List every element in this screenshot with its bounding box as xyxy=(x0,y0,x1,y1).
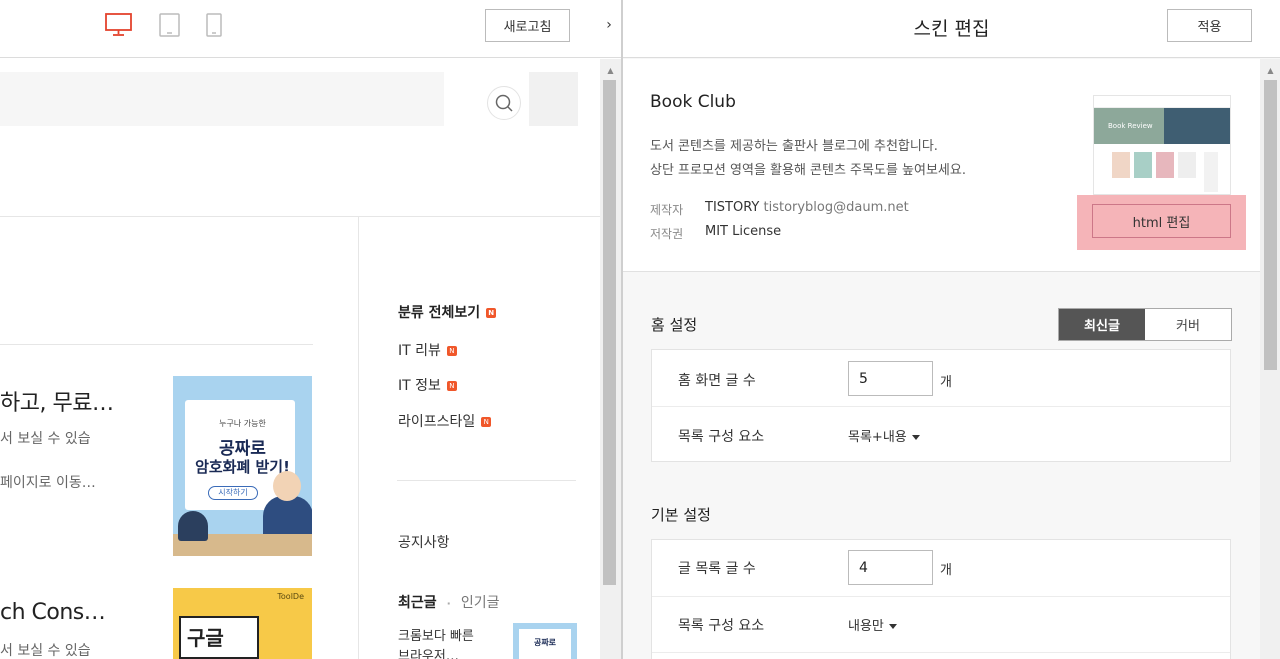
blog-preview: 하고, 무료… 서 보실 수 있습 페이지로 이동… 누구나 가능한 공짜로 암… xyxy=(0,0,600,659)
caret-down-icon xyxy=(888,624,897,629)
search-bar[interactable] xyxy=(0,72,444,126)
skin-edit-panel: 스킨 편집 적용 Book Club 도서 콘텐츠를 제공하는 출판사 블로그에… xyxy=(623,0,1280,659)
row-label: 목록 구성 요소 xyxy=(678,429,765,445)
license-label: 저작권 xyxy=(650,227,684,241)
post-thumbnail[interactable]: 누구나 가능한 공짜로 암호화폐 받기! 시작하기 xyxy=(173,376,312,556)
basic-settings-card: 글 목록 글 수 개 목록 구성 요소 내용만 xyxy=(651,539,1231,659)
category-link[interactable]: 라이프스타일 N xyxy=(398,411,492,431)
skin-description: 도서 콘텐츠를 제공하는 출판사 블로그에 추천합니다. xyxy=(650,139,938,154)
illustration-face xyxy=(273,471,301,501)
list-composition-select[interactable]: 목록+내용 xyxy=(848,426,920,445)
recent-post-title[interactable]: 크롬보다 빠른 xyxy=(398,625,474,644)
category-link[interactable]: IT 정보 N xyxy=(398,375,457,395)
preview-toolbar: 새로고침 › xyxy=(0,0,622,58)
divider xyxy=(652,596,1230,597)
home-post-count-input[interactable] xyxy=(848,361,933,396)
illustration-plant xyxy=(178,511,208,541)
post-excerpt: 서 보실 수 있습 xyxy=(0,643,91,659)
tab-popular[interactable]: 인기글 xyxy=(461,595,500,611)
divider xyxy=(652,406,1230,407)
post-thumbnail[interactable]: ToolDe 구글 xyxy=(173,588,312,659)
search-button[interactable] xyxy=(487,86,521,120)
category-link[interactable]: IT 리뷰 N xyxy=(398,340,457,360)
header-button[interactable] xyxy=(529,72,578,126)
skin-name: Book Club xyxy=(650,92,736,112)
divider xyxy=(358,217,359,659)
skin-description: 상단 프로모션 영역을 활용해 콘텐츠 주목도를 높여보세요. xyxy=(650,163,966,178)
toggle-cover[interactable]: 커버 xyxy=(1145,309,1231,340)
phone-icon[interactable] xyxy=(206,13,222,37)
post-title[interactable]: ch Cons… xyxy=(0,600,106,625)
recent-popular-tabs: 최근글 · 인기글 xyxy=(398,595,500,611)
tab-recent[interactable]: 최근글 xyxy=(398,595,437,611)
scroll-up-arrow[interactable]: ▲ xyxy=(602,62,619,79)
thumb-text: ToolDe xyxy=(277,592,304,601)
thumb-text: 시작하기 xyxy=(208,486,258,500)
basic-settings-title: 기본 설정 xyxy=(651,506,711,524)
select-value: 내용만 xyxy=(848,619,884,634)
category-label: IT 리뷰 xyxy=(398,343,441,359)
list-composition-select[interactable]: 내용만 xyxy=(848,615,897,634)
thumb-text: 공짜로 xyxy=(533,638,557,647)
row-label: 목록 구성 요소 xyxy=(678,618,765,634)
toggle-latest[interactable]: 최신글 xyxy=(1059,309,1145,340)
collapse-panel-button[interactable]: › xyxy=(597,0,621,50)
unit-label: 개 xyxy=(940,563,952,578)
notice-heading[interactable]: 공지사항 xyxy=(398,532,450,552)
scroll-up-arrow[interactable]: ▲ xyxy=(1262,62,1279,79)
caret-down-icon xyxy=(911,435,920,440)
home-settings-card: 홈 화면 글 수 개 목록 구성 요소 목록+내용 xyxy=(651,349,1231,462)
recent-post-thumbnail[interactable]: 공짜로 xyxy=(513,623,577,659)
apply-button[interactable]: 적용 xyxy=(1167,9,1252,42)
skin-info-card: Book Club 도서 콘텐츠를 제공하는 출판사 블로그에 추천합니다. 상… xyxy=(623,59,1260,272)
home-settings-title: 홈 설정 xyxy=(651,316,698,334)
divider xyxy=(0,216,600,217)
new-badge: N xyxy=(446,381,457,391)
new-badge: N xyxy=(481,417,492,427)
maker-value: TISTORY tistoryblog@daum.net xyxy=(705,200,909,215)
row-label: 홈 화면 글 수 xyxy=(678,373,756,389)
post-title[interactable]: 하고, 무료… xyxy=(0,385,114,417)
html-edit-button[interactable]: html 편집 xyxy=(1092,204,1231,238)
panel-scroll-thumb[interactable] xyxy=(1264,80,1277,370)
new-badge: N xyxy=(446,346,457,356)
divider xyxy=(397,480,576,481)
search-icon xyxy=(495,94,513,112)
thumb-text: 누구나 가능한 xyxy=(219,419,266,428)
divider xyxy=(0,344,313,345)
maker-label: 제작자 xyxy=(650,203,684,217)
tablet-icon[interactable] xyxy=(159,13,180,37)
post-excerpt: 서 보실 수 있습 xyxy=(0,431,91,447)
monitor-icon[interactable] xyxy=(105,13,132,37)
divider xyxy=(652,652,1230,653)
select-value: 목록+내용 xyxy=(848,430,907,445)
unit-label: 개 xyxy=(940,375,952,390)
category-all-label: 분류 전체보기 xyxy=(398,305,481,321)
preview-scroll-thumb[interactable] xyxy=(603,80,616,585)
preview-banner-text: Book Review xyxy=(1108,122,1153,130)
skin-editor-screen: 하고, 무료… 서 보실 수 있습 페이지로 이동… 누구나 가능한 공짜로 암… xyxy=(0,0,1280,659)
maker-email: tistoryblog@daum.net xyxy=(763,200,909,215)
skin-preview-thumbnail: Book Review xyxy=(1093,95,1231,195)
maker-name: TISTORY xyxy=(705,200,760,215)
category-all-link[interactable]: 분류 전체보기 N xyxy=(398,302,497,322)
new-badge: N xyxy=(486,308,497,318)
thumb-text: 구글 xyxy=(187,626,224,650)
refresh-button[interactable]: 새로고침 xyxy=(485,9,570,42)
row-label: 글 목록 글 수 xyxy=(678,561,756,577)
list-post-count-input[interactable] xyxy=(848,550,933,585)
category-label: IT 정보 xyxy=(398,378,441,394)
category-label: 라이프스타일 xyxy=(398,414,476,430)
panel-header: 스킨 편집 적용 xyxy=(623,0,1280,58)
recent-post-title[interactable]: 브라우저… xyxy=(398,645,459,659)
post-excerpt: 페이지로 이동… xyxy=(0,475,96,491)
license-value: MIT License xyxy=(705,224,782,239)
home-mode-toggle: 최신글 커버 xyxy=(1058,308,1232,341)
